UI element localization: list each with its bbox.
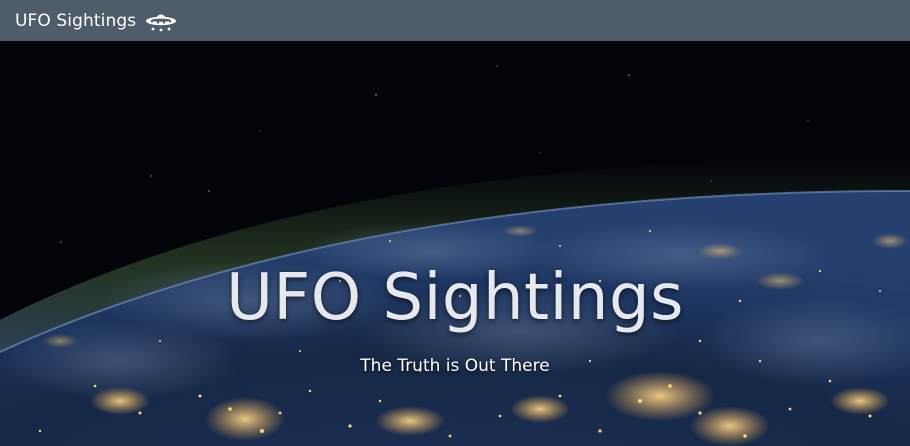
- brand-link[interactable]: UFO Sightings: [15, 10, 178, 32]
- hero-subtitle: The Truth is Out There: [360, 356, 550, 376]
- brand-label: UFO Sightings: [15, 10, 137, 31]
- hero-title: UFO Sightings: [226, 261, 684, 335]
- ufo-icon: [144, 10, 178, 32]
- navbar: UFO Sightings: [0, 0, 910, 41]
- hero-banner: UFO Sightings The Truth is Out There: [0, 41, 910, 446]
- earth-at-night-image: [0, 41, 910, 446]
